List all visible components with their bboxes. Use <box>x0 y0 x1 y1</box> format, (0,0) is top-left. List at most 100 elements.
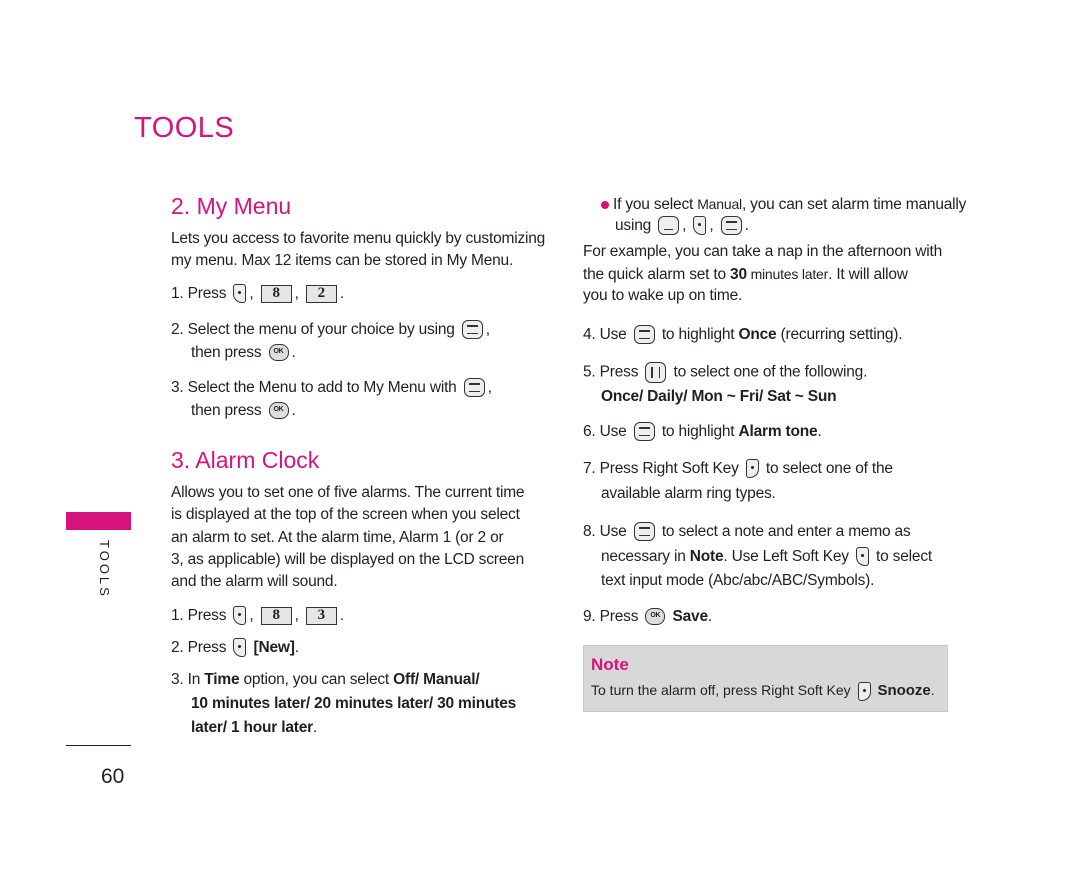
text: to select <box>876 548 932 565</box>
note-label: Note <box>689 548 724 565</box>
bullet-icon <box>601 200 609 209</box>
step-text: 2. Select the menu of your choice by usi… <box>171 321 455 338</box>
text: (recurring setting). <box>776 326 903 343</box>
key-8-icon: 8 <box>260 606 292 625</box>
down-key-icon <box>658 216 680 236</box>
punct: . <box>312 719 318 736</box>
my-menu-step-2-cont: then press OK. <box>191 344 296 362</box>
alarm-step-3-options: later/ 1 hour later. <box>191 718 317 738</box>
example-text: the quick alarm set to 30 minutes later.… <box>583 264 908 285</box>
step-text: 3. In <box>171 671 205 688</box>
section-title: TOOLS <box>134 112 235 144</box>
note-text: To turn the alarm off, press Right Soft … <box>591 682 935 701</box>
text: minutes later <box>746 266 829 282</box>
nav-key-icon <box>461 320 483 340</box>
text: 7. Press Right Soft Key <box>583 460 739 477</box>
sidebar-label: TOOLS <box>97 540 112 599</box>
my-menu-intro: my menu. Max 12 items can be stored in M… <box>171 252 514 269</box>
punct: . <box>930 682 935 699</box>
alarm-intro: and the alarm will sound. <box>171 573 338 590</box>
once-label: Once <box>738 326 777 343</box>
text: If you select <box>613 196 698 213</box>
left-soft-key-icon <box>233 606 247 626</box>
nav-key-icon <box>633 325 655 345</box>
alarm-step-3-options: 10 minutes later/ 20 minutes later/ 30 m… <box>191 695 517 712</box>
text: To turn the alarm off, press Right Soft … <box>591 682 851 699</box>
ok-key-icon: OK <box>268 402 289 420</box>
alarm-step-5-options: Once/ Daily/ Mon ~ Fri/ Sat ~ Sun <box>601 388 837 405</box>
ok-key-icon: OK <box>268 344 289 362</box>
text: . <box>707 608 712 625</box>
snooze-label: Snooze <box>877 682 931 700</box>
number: 30 <box>730 266 747 283</box>
right-soft-key-icon <box>857 682 871 701</box>
options: later/ 1 hour later <box>191 719 313 736</box>
alarm-step-5: 5. Press to select one of the following. <box>583 362 867 383</box>
alarm-step-1: 1. Press , 8, 3. <box>171 606 344 626</box>
key-2-icon: 2 <box>305 284 337 303</box>
alarm-step-8-cont: necessary in Note. Use Left Soft Key to … <box>601 547 932 567</box>
text: 5. Press <box>583 363 639 381</box>
alarm-step-9: 9. Press OK Save. <box>583 607 712 627</box>
example-text: For example, you can take a nap in the a… <box>583 243 943 260</box>
step-text: then press <box>191 402 262 419</box>
alarm-step-3: 3. In Time option, you can select Off/ M… <box>171 670 480 690</box>
step-text: option, you can select <box>239 671 394 688</box>
alarm-step-2: 2. Press [New]. <box>171 638 299 658</box>
my-menu-heading: 2. My Menu <box>171 193 292 219</box>
alarm-intro: is displayed at the top of the screen wh… <box>171 506 520 523</box>
text: to select a note and enter a memo as <box>661 523 911 540</box>
note-box: Note To turn the alarm off, press Right … <box>583 645 948 712</box>
new-label: [New] <box>253 639 295 656</box>
example-text: you to wake up on time. <box>583 287 743 304</box>
text: . It will allow <box>828 266 908 283</box>
text: to select one of the <box>765 460 893 477</box>
nav-key-icon <box>720 216 742 236</box>
alarm-intro: 3, as applicable) will be displayed on t… <box>171 551 524 568</box>
text: 9. Press <box>583 608 639 625</box>
step-text: 2. Press <box>171 639 227 656</box>
step-text: 1. Press <box>171 607 227 624</box>
text: to highlight <box>661 326 739 343</box>
alarm-step-8-cont: text input mode (Abc/abc/ABC/Symbols). <box>601 572 875 589</box>
manual-bullet-cont: using , , . <box>615 216 749 236</box>
my-menu-step-2: 2. Select the menu of your choice by usi… <box>171 320 490 340</box>
text: to select one of the following. <box>673 363 868 381</box>
step-text: 3. Select the Menu to add to My Menu wit… <box>171 379 457 396</box>
page-number: 60 <box>101 765 125 788</box>
alarm-intro: Allows you to set one of five alarms. Th… <box>171 484 525 501</box>
time-label: Time <box>204 671 240 688</box>
text: the quick alarm set to <box>583 266 731 283</box>
key-8-icon: 8 <box>260 284 292 303</box>
alarm-tone-label: Alarm tone <box>738 423 818 440</box>
text: 8. Use <box>583 523 627 540</box>
left-soft-key-icon <box>233 284 247 304</box>
nav-key-icon <box>463 378 485 398</box>
text: necessary in <box>601 548 690 565</box>
step-text: 1. Press <box>171 285 227 302</box>
manual-label: Manual <box>697 196 742 212</box>
manual-bullet: If you select Manual, you can set alarm … <box>601 194 966 215</box>
text: using <box>615 217 652 234</box>
ok-key-icon: OK <box>645 608 666 626</box>
my-menu-step-3: 3. Select the Menu to add to My Menu wit… <box>171 378 492 398</box>
key-3-icon: 3 <box>305 606 337 625</box>
my-menu-intro: Lets you access to favorite menu quickly… <box>171 230 546 247</box>
right-soft-key-icon <box>745 459 759 479</box>
text: 6. Use <box>583 423 627 440</box>
nav-key-icon <box>633 422 655 442</box>
left-soft-key-icon <box>693 216 707 236</box>
options: Off/ Manual/ <box>393 671 480 688</box>
alarm-intro: an alarm to set. At the alarm time, Alar… <box>171 529 504 546</box>
sidebar-tab-marker <box>66 512 131 530</box>
left-soft-key-icon <box>233 638 247 658</box>
nav-key-icon <box>633 522 655 542</box>
alarm-step-7: 7. Press Right Soft Key to select one of… <box>583 459 893 479</box>
text: . <box>817 423 822 440</box>
divider <box>66 745 131 746</box>
text: , you can set alarm time manually <box>741 196 967 213</box>
save-label: Save <box>672 608 708 625</box>
alarm-step-7-cont: available alarm ring types. <box>601 485 776 502</box>
alarm-step-8: 8. Use to select a note and enter a memo… <box>583 522 911 542</box>
text: to highlight <box>661 423 739 440</box>
